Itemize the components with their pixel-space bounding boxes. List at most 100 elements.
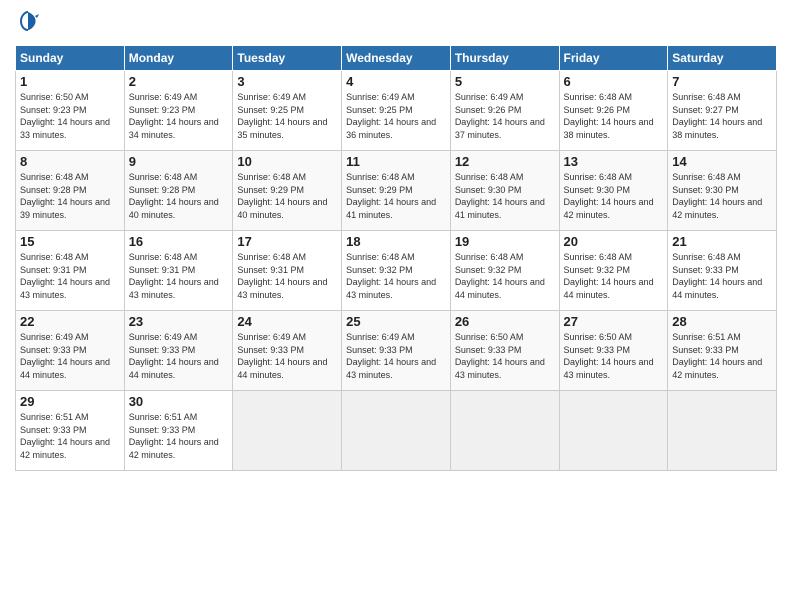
day-number: 24 bbox=[237, 314, 337, 329]
day-number: 18 bbox=[346, 234, 446, 249]
day-number: 19 bbox=[455, 234, 555, 249]
day-number: 27 bbox=[564, 314, 664, 329]
day-info: Sunrise: 6:49 AMSunset: 9:33 PMDaylight:… bbox=[346, 331, 446, 381]
day-cell: 3 Sunrise: 6:49 AMSunset: 9:25 PMDaylight… bbox=[233, 71, 342, 151]
calendar-header: SundayMondayTuesdayWednesdayThursdayFrid… bbox=[16, 46, 777, 71]
day-cell bbox=[342, 391, 451, 471]
day-number: 11 bbox=[346, 154, 446, 169]
week-row-4: 22 Sunrise: 6:49 AMSunset: 9:33 PMDayligh… bbox=[16, 311, 777, 391]
day-number: 20 bbox=[564, 234, 664, 249]
day-info: Sunrise: 6:48 AMSunset: 9:32 PMDaylight:… bbox=[564, 251, 664, 301]
day-cell: 4Sunrise: 6:49 AMSunset: 9:25 PMDaylight… bbox=[342, 71, 451, 151]
header-tuesday: Tuesday bbox=[233, 46, 342, 71]
day-number: 16 bbox=[129, 234, 229, 249]
day-cell: 18 Sunrise: 6:48 AMSunset: 9:32 PMDayligh… bbox=[342, 231, 451, 311]
day-cell: 5Sunrise: 6:49 AMSunset: 9:26 PMDaylight… bbox=[450, 71, 559, 151]
header-saturday: Saturday bbox=[668, 46, 777, 71]
day-cell: 19 Sunrise: 6:48 AMSunset: 9:32 PMDayligh… bbox=[450, 231, 559, 311]
day-info: Sunrise: 6:48 AMSunset: 9:31 PMDaylight:… bbox=[129, 251, 229, 301]
day-cell: 26 Sunrise: 6:50 AMSunset: 9:33 PMDayligh… bbox=[450, 311, 559, 391]
day-info: Sunrise: 6:48 AMSunset: 9:30 PMDaylight:… bbox=[672, 171, 772, 221]
day-info: Sunrise: 6:51 AMSunset: 9:33 PMDaylight:… bbox=[672, 331, 772, 381]
day-info: Sunrise: 6:50 AMSunset: 9:33 PMDaylight:… bbox=[564, 331, 664, 381]
day-info: Sunrise: 6:51 AMSunset: 9:33 PMDaylight:… bbox=[129, 411, 229, 461]
day-info: Sunrise: 6:48 AMSunset: 9:26 PMDaylight:… bbox=[564, 91, 664, 141]
day-cell bbox=[233, 391, 342, 471]
day-number: 7 bbox=[672, 74, 772, 89]
day-cell: 11 Sunrise: 6:48 AMSunset: 9:29 PMDayligh… bbox=[342, 151, 451, 231]
day-info: Sunrise: 6:48 AMSunset: 9:29 PMDaylight:… bbox=[237, 171, 337, 221]
day-cell: 1 Sunrise: 6:50 AMSunset: 9:23 PMDaylight… bbox=[16, 71, 125, 151]
day-number: 29 bbox=[20, 394, 120, 409]
logo-text bbox=[15, 10, 39, 37]
day-number: 12 bbox=[455, 154, 555, 169]
day-info: Sunrise: 6:48 AMSunset: 9:28 PMDaylight:… bbox=[20, 171, 120, 221]
day-info: Sunrise: 6:49 AMSunset: 9:33 PMDaylight:… bbox=[129, 331, 229, 381]
day-cell: 22 Sunrise: 6:49 AMSunset: 9:33 PMDayligh… bbox=[16, 311, 125, 391]
day-info: Sunrise: 6:48 AMSunset: 9:30 PMDaylight:… bbox=[564, 171, 664, 221]
day-info: Sunrise: 6:48 AMSunset: 9:29 PMDaylight:… bbox=[346, 171, 446, 221]
day-number: 28 bbox=[672, 314, 772, 329]
day-info: Sunrise: 6:50 AMSunset: 9:33 PMDaylight:… bbox=[455, 331, 555, 381]
day-cell: 7 Sunrise: 6:48 AMSunset: 9:27 PMDaylight… bbox=[668, 71, 777, 151]
day-number: 21 bbox=[672, 234, 772, 249]
day-number: 23 bbox=[129, 314, 229, 329]
day-info: Sunrise: 6:48 AMSunset: 9:32 PMDaylight:… bbox=[346, 251, 446, 301]
header-sunday: Sunday bbox=[16, 46, 125, 71]
logo bbox=[15, 10, 39, 37]
day-number: 26 bbox=[455, 314, 555, 329]
day-cell: 20 Sunrise: 6:48 AMSunset: 9:32 PMDayligh… bbox=[559, 231, 668, 311]
day-number: 10 bbox=[237, 154, 337, 169]
day-cell bbox=[668, 391, 777, 471]
day-cell: 30 Sunrise: 6:51 AMSunset: 9:33 PMDayligh… bbox=[124, 391, 233, 471]
day-info: Sunrise: 6:48 AMSunset: 9:33 PMDaylight:… bbox=[672, 251, 772, 301]
day-number: 25 bbox=[346, 314, 446, 329]
day-cell bbox=[559, 391, 668, 471]
day-cell: 27 Sunrise: 6:50 AMSunset: 9:33 PMDayligh… bbox=[559, 311, 668, 391]
day-info: Sunrise: 6:49 AMSunset: 9:33 PMDaylight:… bbox=[20, 331, 120, 381]
day-info: Sunrise: 6:49 AMSunset: 9:33 PMDaylight:… bbox=[237, 331, 337, 381]
day-cell: 8Sunrise: 6:48 AMSunset: 9:28 PMDaylight… bbox=[16, 151, 125, 231]
day-number: 1 bbox=[20, 74, 120, 89]
day-number: 9 bbox=[129, 154, 229, 169]
header bbox=[15, 10, 777, 37]
day-cell: 6 Sunrise: 6:48 AMSunset: 9:26 PMDaylight… bbox=[559, 71, 668, 151]
day-cell: 28 Sunrise: 6:51 AMSunset: 9:33 PMDayligh… bbox=[668, 311, 777, 391]
day-info: Sunrise: 6:49 AMSunset: 9:23 PMDaylight:… bbox=[129, 91, 229, 141]
day-cell: 24 Sunrise: 6:49 AMSunset: 9:33 PMDayligh… bbox=[233, 311, 342, 391]
day-cell: 10 Sunrise: 6:48 AMSunset: 9:29 PMDayligh… bbox=[233, 151, 342, 231]
day-cell: 21 Sunrise: 6:48 AMSunset: 9:33 PMDayligh… bbox=[668, 231, 777, 311]
day-info: Sunrise: 6:48 AMSunset: 9:27 PMDaylight:… bbox=[672, 91, 772, 141]
day-cell bbox=[450, 391, 559, 471]
day-number: 22 bbox=[20, 314, 120, 329]
header-wednesday: Wednesday bbox=[342, 46, 451, 71]
day-cell: 2 Sunrise: 6:49 AMSunset: 9:23 PMDaylight… bbox=[124, 71, 233, 151]
day-cell: 17 Sunrise: 6:48 AMSunset: 9:31 PMDayligh… bbox=[233, 231, 342, 311]
day-number: 2 bbox=[129, 74, 229, 89]
day-info: Sunrise: 6:49 AMSunset: 9:25 PMDaylight:… bbox=[346, 91, 446, 141]
day-number: 17 bbox=[237, 234, 337, 249]
header-row: SundayMondayTuesdayWednesdayThursdayFrid… bbox=[16, 46, 777, 71]
day-info: Sunrise: 6:51 AMSunset: 9:33 PMDaylight:… bbox=[20, 411, 120, 461]
logo-bird-icon bbox=[17, 10, 39, 32]
week-row-5: 29 Sunrise: 6:51 AMSunset: 9:33 PMDayligh… bbox=[16, 391, 777, 471]
header-monday: Monday bbox=[124, 46, 233, 71]
day-cell: 16 Sunrise: 6:48 AMSunset: 9:31 PMDayligh… bbox=[124, 231, 233, 311]
day-info: Sunrise: 6:50 AMSunset: 9:23 PMDaylight:… bbox=[20, 91, 120, 141]
header-thursday: Thursday bbox=[450, 46, 559, 71]
day-number: 14 bbox=[672, 154, 772, 169]
day-number: 6 bbox=[564, 74, 664, 89]
day-info: Sunrise: 6:48 AMSunset: 9:32 PMDaylight:… bbox=[455, 251, 555, 301]
day-number: 30 bbox=[129, 394, 229, 409]
day-cell: 15Sunrise: 6:48 AMSunset: 9:31 PMDayligh… bbox=[16, 231, 125, 311]
day-info: Sunrise: 6:49 AMSunset: 9:26 PMDaylight:… bbox=[455, 91, 555, 141]
page: SundayMondayTuesdayWednesdayThursdayFrid… bbox=[0, 0, 792, 612]
calendar-body: 1 Sunrise: 6:50 AMSunset: 9:23 PMDaylight… bbox=[16, 71, 777, 471]
day-number: 3 bbox=[237, 74, 337, 89]
day-info: Sunrise: 6:49 AMSunset: 9:25 PMDaylight:… bbox=[237, 91, 337, 141]
day-cell: 29 Sunrise: 6:51 AMSunset: 9:33 PMDayligh… bbox=[16, 391, 125, 471]
week-row-2: 8Sunrise: 6:48 AMSunset: 9:28 PMDaylight… bbox=[16, 151, 777, 231]
week-row-3: 15Sunrise: 6:48 AMSunset: 9:31 PMDayligh… bbox=[16, 231, 777, 311]
day-info: Sunrise: 6:48 AMSunset: 9:31 PMDaylight:… bbox=[237, 251, 337, 301]
calendar: SundayMondayTuesdayWednesdayThursdayFrid… bbox=[15, 45, 777, 471]
